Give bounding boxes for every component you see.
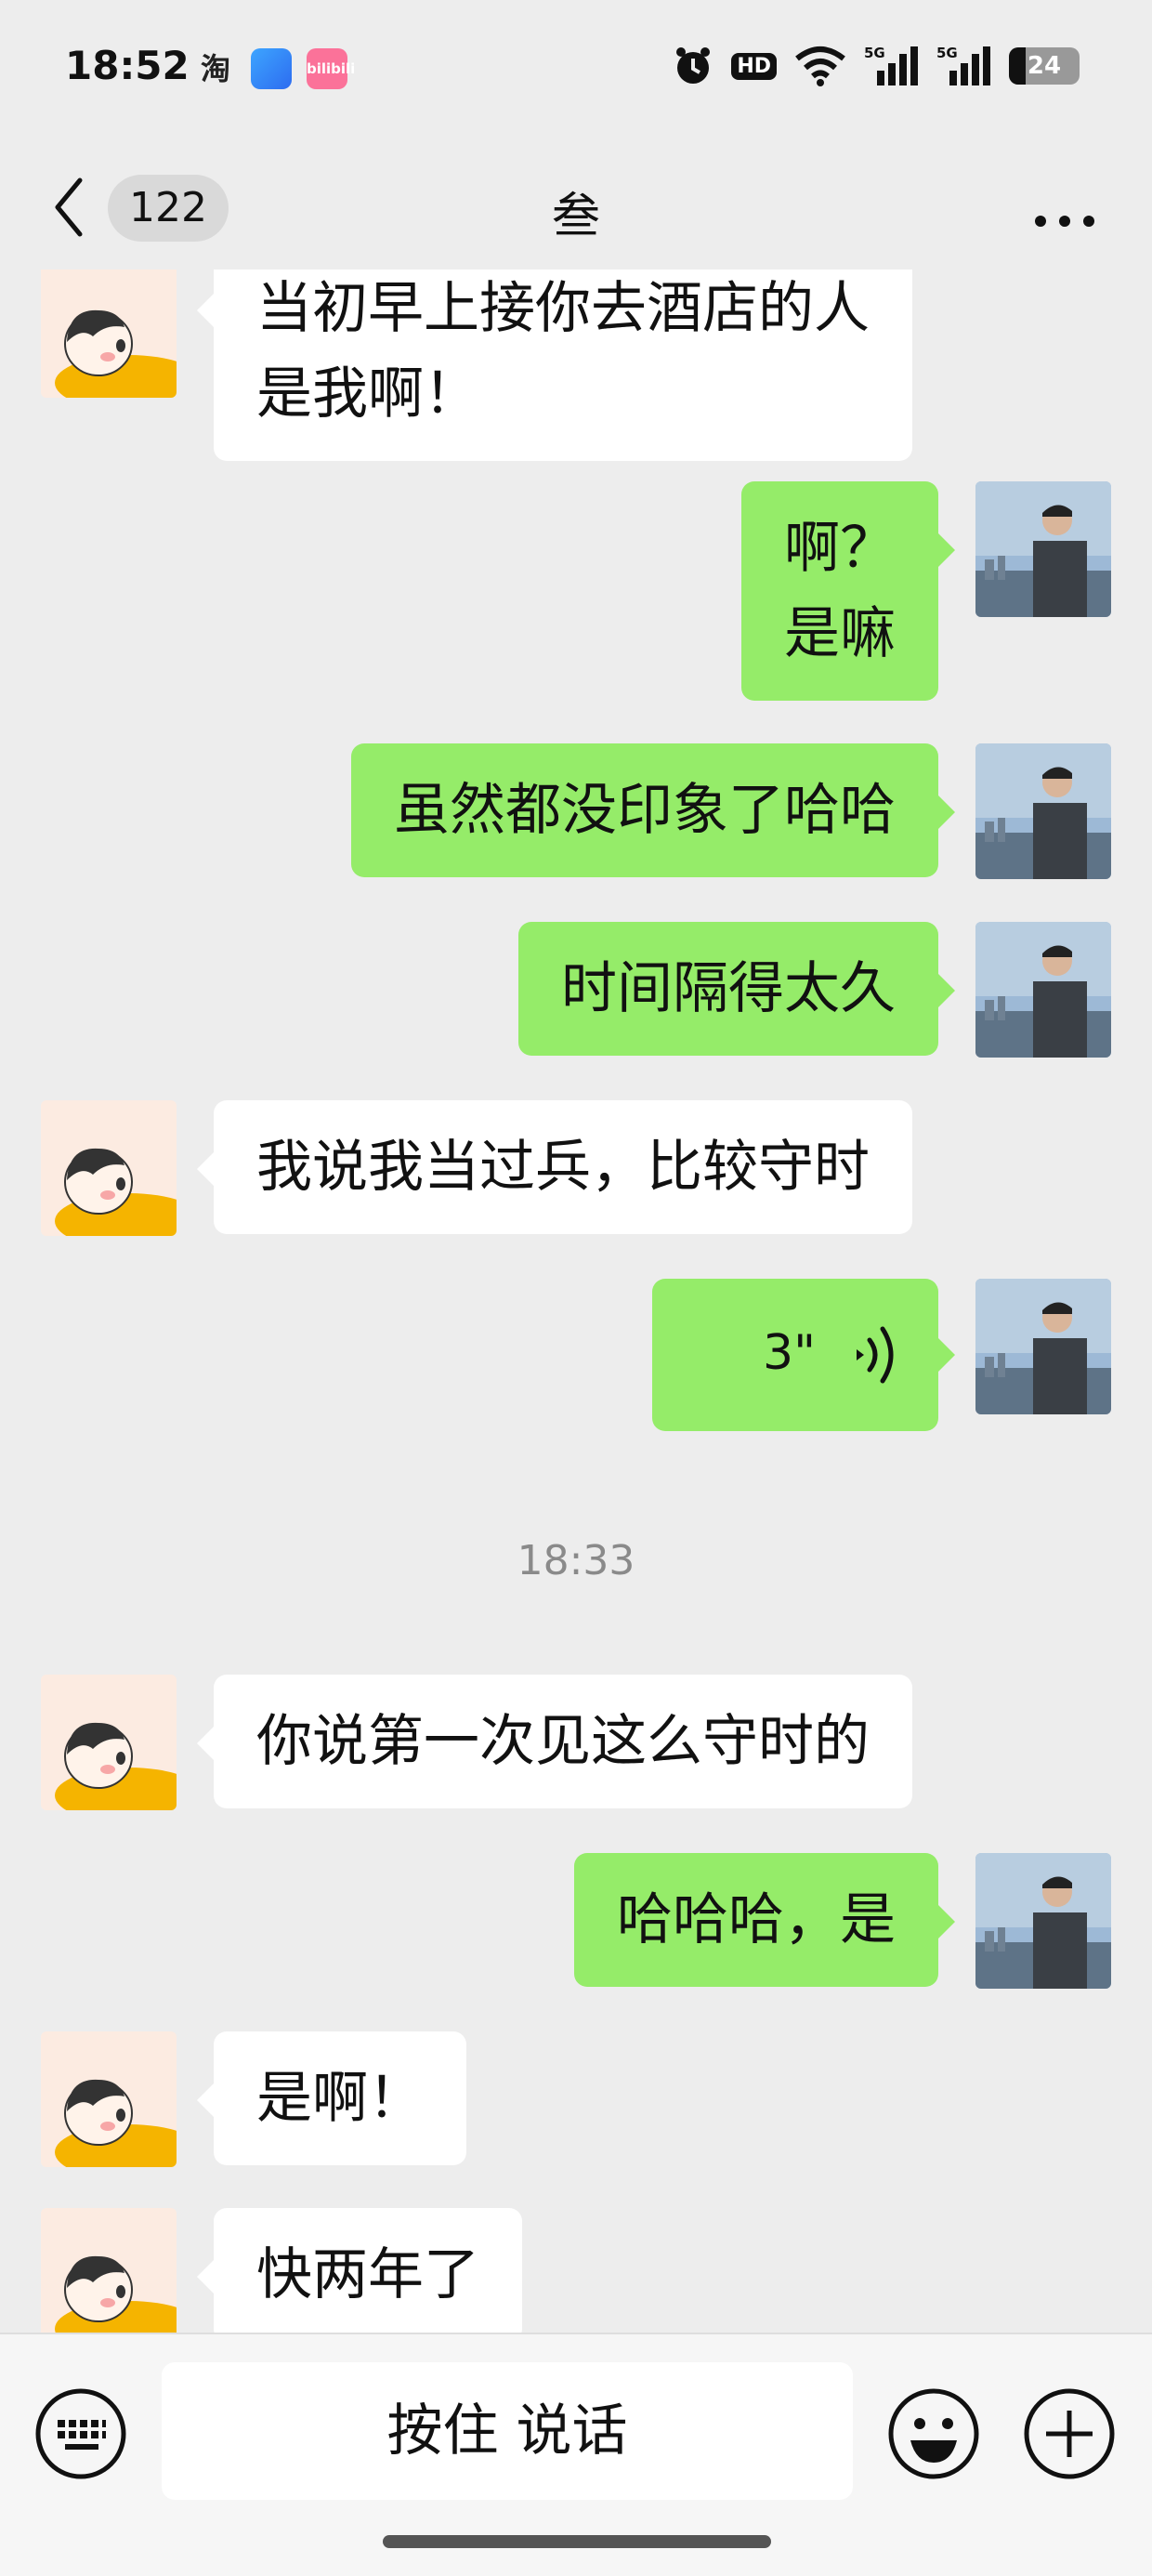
message-bubble[interactable]: 啊？ 是嘛	[741, 481, 955, 701]
message-bubble[interactable]: 你说第一次见这么守时的	[197, 1675, 912, 1808]
bilibili-icon: bilibili	[307, 48, 355, 89]
status-bar: 18:52 淘 bilibili HD 5G 5G 24	[0, 0, 1152, 139]
status-indicators: HD 5G 5G 24	[672, 45, 1080, 87]
message-timestamp: 18:33	[517, 1537, 635, 1584]
message-bubble[interactable]: 时间隔得太久	[518, 922, 955, 1056]
contact-avatar[interactable]	[41, 269, 177, 398]
message-bubble[interactable]: 是啊！	[197, 2031, 466, 2165]
chat-header: 122 叁	[0, 139, 1152, 269]
contact-avatar[interactable]	[41, 2031, 177, 2167]
keyboard-icon	[35, 2388, 126, 2479]
blue-app-icon	[251, 48, 292, 89]
more-options-button[interactable]	[1028, 177, 1102, 242]
message-bubble[interactable]: 当初早上接你去酒店的人 是我啊！	[197, 269, 912, 461]
voice-wave-icon	[857, 1326, 894, 1384]
message-bubble[interactable]: 哈哈哈，是	[574, 1853, 955, 1987]
home-indicator[interactable]	[383, 2535, 771, 2548]
my-avatar[interactable]	[975, 481, 1111, 617]
contact-avatar[interactable]	[41, 2208, 177, 2333]
taobao-icon: 淘	[200, 51, 230, 86]
my-avatar[interactable]	[975, 1853, 1111, 1989]
status-time: 18:52	[65, 43, 190, 88]
my-avatar[interactable]	[975, 743, 1111, 879]
voice-duration: 3"	[762, 1325, 816, 1381]
hold-to-talk-button[interactable]: 按住 说话	[162, 2362, 853, 2500]
more-dots-icon	[1035, 216, 1094, 227]
message-list[interactable]: 当初早上接你去酒店的人 是我啊！ 啊？ 是嘛 虽然都没印象了哈哈 时间隔得太久 …	[0, 269, 1152, 2333]
wifi-icon	[793, 45, 847, 87]
contact-avatar[interactable]	[41, 1100, 177, 1236]
voice-message-bubble[interactable]: 3"	[652, 1279, 955, 1431]
message-bubble[interactable]: 虽然都没印象了哈哈	[351, 743, 955, 877]
contact-avatar[interactable]	[41, 1675, 177, 1810]
more-functions-button[interactable]	[1022, 2386, 1117, 2481]
smiley-icon	[888, 2388, 979, 2479]
emoji-button[interactable]	[886, 2386, 981, 2481]
network-type-1: 5G	[864, 45, 885, 61]
hd-icon: HD	[731, 45, 777, 87]
status-app-icons: 淘 bilibili	[195, 48, 355, 89]
battery-icon: 24	[1009, 45, 1080, 87]
battery-level: 24	[1027, 52, 1062, 80]
chat-title: 叁	[551, 189, 600, 244]
my-avatar[interactable]	[975, 1279, 1111, 1414]
alarm-icon	[672, 45, 714, 87]
message-bubble[interactable]: 快两年了	[197, 2208, 522, 2333]
plus-circle-icon	[1024, 2388, 1115, 2479]
my-avatar[interactable]	[975, 922, 1111, 1058]
signal-icon-2: 5G	[936, 45, 992, 87]
signal-icon-1: 5G	[864, 45, 920, 87]
network-type-2: 5G	[936, 45, 958, 61]
message-bubble[interactable]: 我说我当过兵，比较守时	[197, 1100, 912, 1234]
keyboard-toggle-button[interactable]	[33, 2386, 128, 2481]
